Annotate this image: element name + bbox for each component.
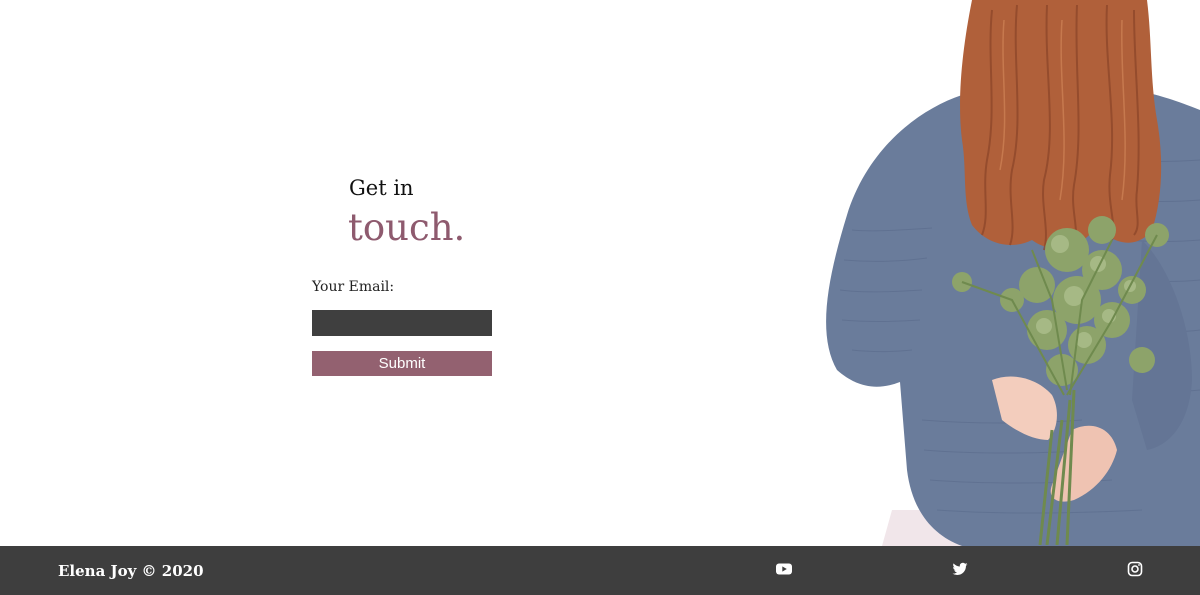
footer: Elena Joy © 2020 [0,546,1200,595]
hero-photo [812,0,1200,546]
page: Get in touch. Your Email: Submit [0,0,1200,546]
youtube-icon [776,563,792,575]
youtube-link[interactable] [775,560,793,578]
instagram-link[interactable] [1126,560,1144,578]
email-label: Your Email: [312,279,395,295]
email-field[interactable] [312,310,492,336]
instagram-icon [1127,561,1143,577]
twitter-link[interactable] [951,560,969,578]
submit-button[interactable]: Submit [312,351,492,376]
twitter-icon [952,562,968,575]
heading-touch: touch. [348,206,466,249]
heading-get-in: Get in [349,176,414,200]
copyright-text: Elena Joy © 2020 [58,562,204,580]
